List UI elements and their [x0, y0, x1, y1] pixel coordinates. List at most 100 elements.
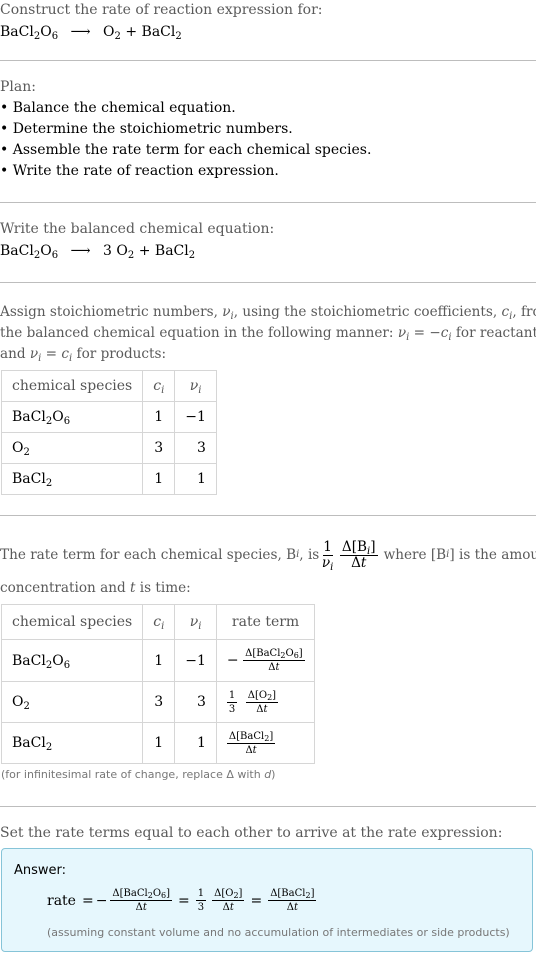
- rate-term-table: chemical species ci νi rate term BaCl2O6…: [0, 604, 316, 764]
- nu-i: νi: [397, 325, 410, 343]
- text: Assign stoichiometric numbers,: [0, 304, 223, 320]
- assumption-note: (assuming constant volume and no accumul…: [47, 926, 510, 939]
- denominator: Δt: [135, 902, 147, 913]
- plus-sign: +: [125, 24, 138, 40]
- product2-base: BaCl: [141, 24, 176, 40]
- balanced-heading: Write the balanced chemical equation:: [0, 221, 275, 237]
- answer-label: Answer:: [14, 863, 67, 878]
- numerator: Δ[BaCl2O6]: [110, 888, 173, 901]
- text: the balanced chemical equation in the fo…: [0, 325, 398, 341]
- plan-item: • Assemble the rate term for each chemic…: [0, 142, 372, 158]
- text: for reactants: [451, 325, 536, 341]
- text: c: [153, 614, 162, 630]
- stoich-text-line2: the balanced chemical equation in the fo…: [0, 323, 536, 344]
- denominator: 3: [228, 703, 236, 715]
- numerator: Δ[BaCl2]: [268, 888, 317, 901]
- sub: 6: [51, 31, 59, 42]
- one-over-nu-fraction: 1 νi: [321, 538, 334, 573]
- denominator: Δt: [256, 703, 268, 715]
- nu-i: νi: [222, 304, 234, 322]
- rate-term-text-line1: The rate term for each chemical species,…: [0, 534, 536, 576]
- plan-section: Plan: • Balance the chemical equation. •…: [0, 77, 536, 182]
- plan-item: • Determine the stoichiometric numbers.: [0, 121, 293, 137]
- numerator: 1: [323, 538, 332, 555]
- table-row: BaCl2O6 1 −1: [0, 401, 217, 433]
- text: where [B: [383, 547, 447, 563]
- species-cell: O2: [0, 681, 144, 723]
- numerator: Δ[BaCl2]: [226, 730, 276, 744]
- nu-cell: −1: [174, 639, 217, 682]
- text: concentration and: [0, 580, 130, 596]
- reaction-equation: BaCl2O6 ⟶ O2 + BaCl2: [0, 22, 536, 43]
- reactant-base: BaCl: [0, 24, 34, 40]
- plan-item: • Balance the chemical equation.: [0, 100, 236, 116]
- reactant-base: BaCl: [0, 243, 34, 259]
- infinitesimal-note: (for infinitesimal rate of change, repla…: [1, 768, 536, 781]
- numerator: 1: [195, 888, 207, 901]
- answer-box: Answer: rate = − Δ[BaCl2O6] Δt = 13 Δ[O2]…: [1, 848, 533, 952]
- denominator: νi: [321, 554, 334, 573]
- intro-heading: Construct the rate of reaction expressio…: [0, 2, 323, 18]
- header-nu: νi: [174, 370, 217, 402]
- sub: 2: [188, 250, 196, 261]
- divider: [0, 806, 536, 807]
- final-section: Set the rate terms equal to each other t…: [0, 823, 536, 844]
- table-row: O2 3 3: [0, 432, 217, 464]
- coefficient: 3: [103, 243, 112, 259]
- equals-sign: =: [250, 892, 263, 909]
- product1-base: O: [103, 24, 115, 40]
- header-rate-term: rate term: [215, 604, 316, 640]
- numerator: Δ[O2]: [212, 888, 245, 901]
- numerator: Δ[O2]: [245, 689, 279, 703]
- plus-sign: +: [138, 243, 151, 259]
- divider: [0, 515, 536, 516]
- table-row: BaCl2 1 1 Δ[BaCl2] Δt: [0, 722, 316, 764]
- nu-cell: 3: [174, 681, 217, 723]
- table-header-row: chemical species ci νi: [0, 370, 217, 402]
- sub: 2: [127, 250, 135, 261]
- c-cell: 1: [142, 463, 176, 495]
- numerator: Δ[Bi]: [339, 538, 378, 557]
- nu-i: νi: [29, 346, 42, 364]
- text: for products:: [72, 346, 167, 362]
- table-row: BaCl2O6 1 −1 − Δ[BaCl2O6] Δt: [0, 639, 316, 682]
- denominator: Δt: [351, 554, 367, 571]
- plan-item: • Write the rate of reaction expression.: [0, 163, 279, 179]
- text: The rate term for each chemical species,…: [0, 547, 297, 563]
- c-cell: 3: [142, 681, 176, 723]
- text: ): [271, 768, 276, 781]
- species-cell: BaCl2O6: [0, 639, 144, 682]
- text: is time:: [135, 580, 191, 596]
- denominator: Δt: [222, 902, 234, 913]
- balanced-section: Write the balanced chemical equation: Ba…: [0, 219, 536, 262]
- stoich-text-line1: Assign stoichiometric numbers, νi, using…: [0, 302, 536, 323]
- denominator: Δt: [245, 744, 257, 756]
- minus-sign: −: [226, 652, 239, 669]
- rate-term-cell: Δ[BaCl2] Δt: [215, 722, 316, 764]
- reaction-arrow: ⟶: [70, 24, 91, 40]
- rate-term-section: The rate term for each chemical species,…: [0, 534, 536, 599]
- c-cell: 1: [142, 722, 176, 764]
- sub: 2: [114, 31, 121, 42]
- c-i: ci: [61, 346, 73, 364]
- c-i: ci: [440, 325, 452, 343]
- reaction-arrow: ⟶: [70, 243, 91, 259]
- rate-term-text-line2: concentration and t is time:: [0, 578, 536, 599]
- table-row: O2 3 3 13 Δ[O2] Δt: [0, 681, 316, 723]
- stoich-table: chemical species ci νi BaCl2O6 1 −1 O2 3…: [0, 370, 217, 495]
- minus-sign: −: [95, 892, 108, 909]
- rate-fraction-bacl2o6: Δ[BaCl2O6] Δt: [110, 887, 173, 914]
- rate-expression: rate = − Δ[BaCl2O6] Δt = 13 Δ[O2] Δt = Δ[B…: [47, 887, 317, 914]
- c-cell: 1: [142, 639, 176, 682]
- sub: 2: [175, 31, 182, 42]
- c-i: ci: [501, 304, 513, 322]
- text: ν: [189, 614, 199, 630]
- rate-fraction-bacl2: Δ[BaCl2] Δt: [268, 887, 317, 914]
- text: ν: [189, 378, 199, 394]
- divider: [0, 282, 536, 283]
- table-row: BaCl2 1 1: [0, 463, 217, 495]
- final-heading: Set the rate terms equal to each other t…: [0, 825, 503, 841]
- species-cell: O2: [0, 432, 144, 464]
- denominator: Δt: [268, 662, 280, 673]
- one-third-fraction: 13: [226, 689, 238, 716]
